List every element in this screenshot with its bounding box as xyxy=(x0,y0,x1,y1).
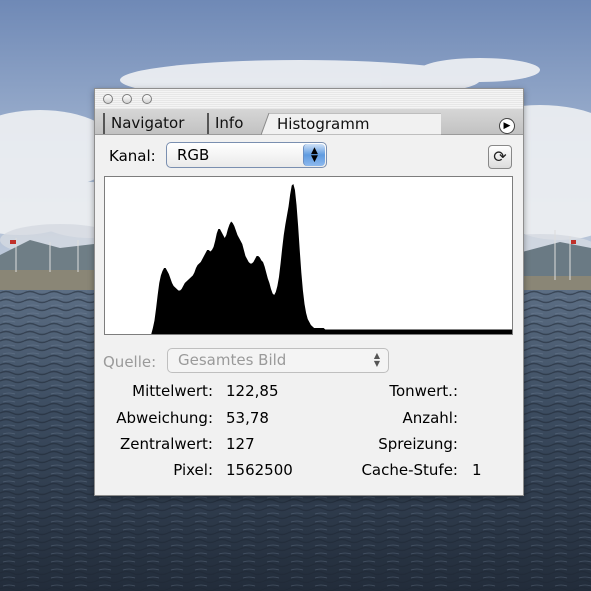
close-button[interactable] xyxy=(103,94,113,104)
anzahl-label: Anzahl: xyxy=(402,409,458,427)
palette-titlebar[interactable] xyxy=(95,89,523,109)
tab-histogramm[interactable]: Histogramm xyxy=(271,114,401,135)
spreizung-label: Spreizung: xyxy=(378,435,458,453)
histogram-chart xyxy=(105,184,512,334)
mittelwert-value: 122,85 xyxy=(226,382,279,400)
tab-histogramm-label: Histogramm xyxy=(277,115,370,133)
abweichung-value: 53,78 xyxy=(226,409,269,427)
tab-info[interactable]: Info xyxy=(207,113,269,134)
pixel-label: Pixel: xyxy=(173,461,213,479)
source-select-value: Gesamtes Bild xyxy=(178,351,287,369)
palette-menu-button[interactable]: ▶ xyxy=(499,118,515,134)
updown-arrows-icon: ▲ ▼ xyxy=(373,351,380,368)
histogram-area xyxy=(105,184,512,334)
tab-navigator-label: Navigator xyxy=(111,114,185,132)
histogram-palette: Navigator Info Histogramm ▶ Kanal: RGB ▲… xyxy=(94,88,524,496)
abweichung-label: Abweichung: xyxy=(116,409,213,427)
tab-navigator[interactable]: Navigator xyxy=(103,113,205,134)
refresh-button[interactable]: ⟳ xyxy=(488,145,512,169)
channel-select-value: RGB xyxy=(177,146,210,164)
minimize-button[interactable] xyxy=(122,94,132,104)
tab-info-label: Info xyxy=(215,114,244,132)
tonwert-label: Tonwert.: xyxy=(389,382,458,400)
mittelwert-label: Mittelwert: xyxy=(132,382,213,400)
channel-label: Kanal: xyxy=(109,147,156,165)
histogram-display xyxy=(104,176,513,335)
cache-stufe-value: 1 xyxy=(472,461,482,479)
zoom-button[interactable] xyxy=(142,94,152,104)
pixel-value: 1562500 xyxy=(226,461,293,479)
cache-stufe-label: Cache-Stufe: xyxy=(361,461,458,479)
zentralwert-label: Zentralwert: xyxy=(119,435,213,453)
source-label: Quelle: xyxy=(103,353,157,371)
refresh-icon: ⟳ xyxy=(493,147,507,166)
palette-tabs: Navigator Info Histogramm xyxy=(95,109,523,135)
updown-arrows-icon: ▲ ▼ xyxy=(303,144,325,166)
play-triangle-icon: ▶ xyxy=(503,121,511,131)
source-select[interactable]: Gesamtes Bild ▲ ▼ xyxy=(167,348,389,373)
zentralwert-value: 127 xyxy=(226,435,255,453)
channel-select[interactable]: RGB ▲ ▼ xyxy=(166,142,327,168)
